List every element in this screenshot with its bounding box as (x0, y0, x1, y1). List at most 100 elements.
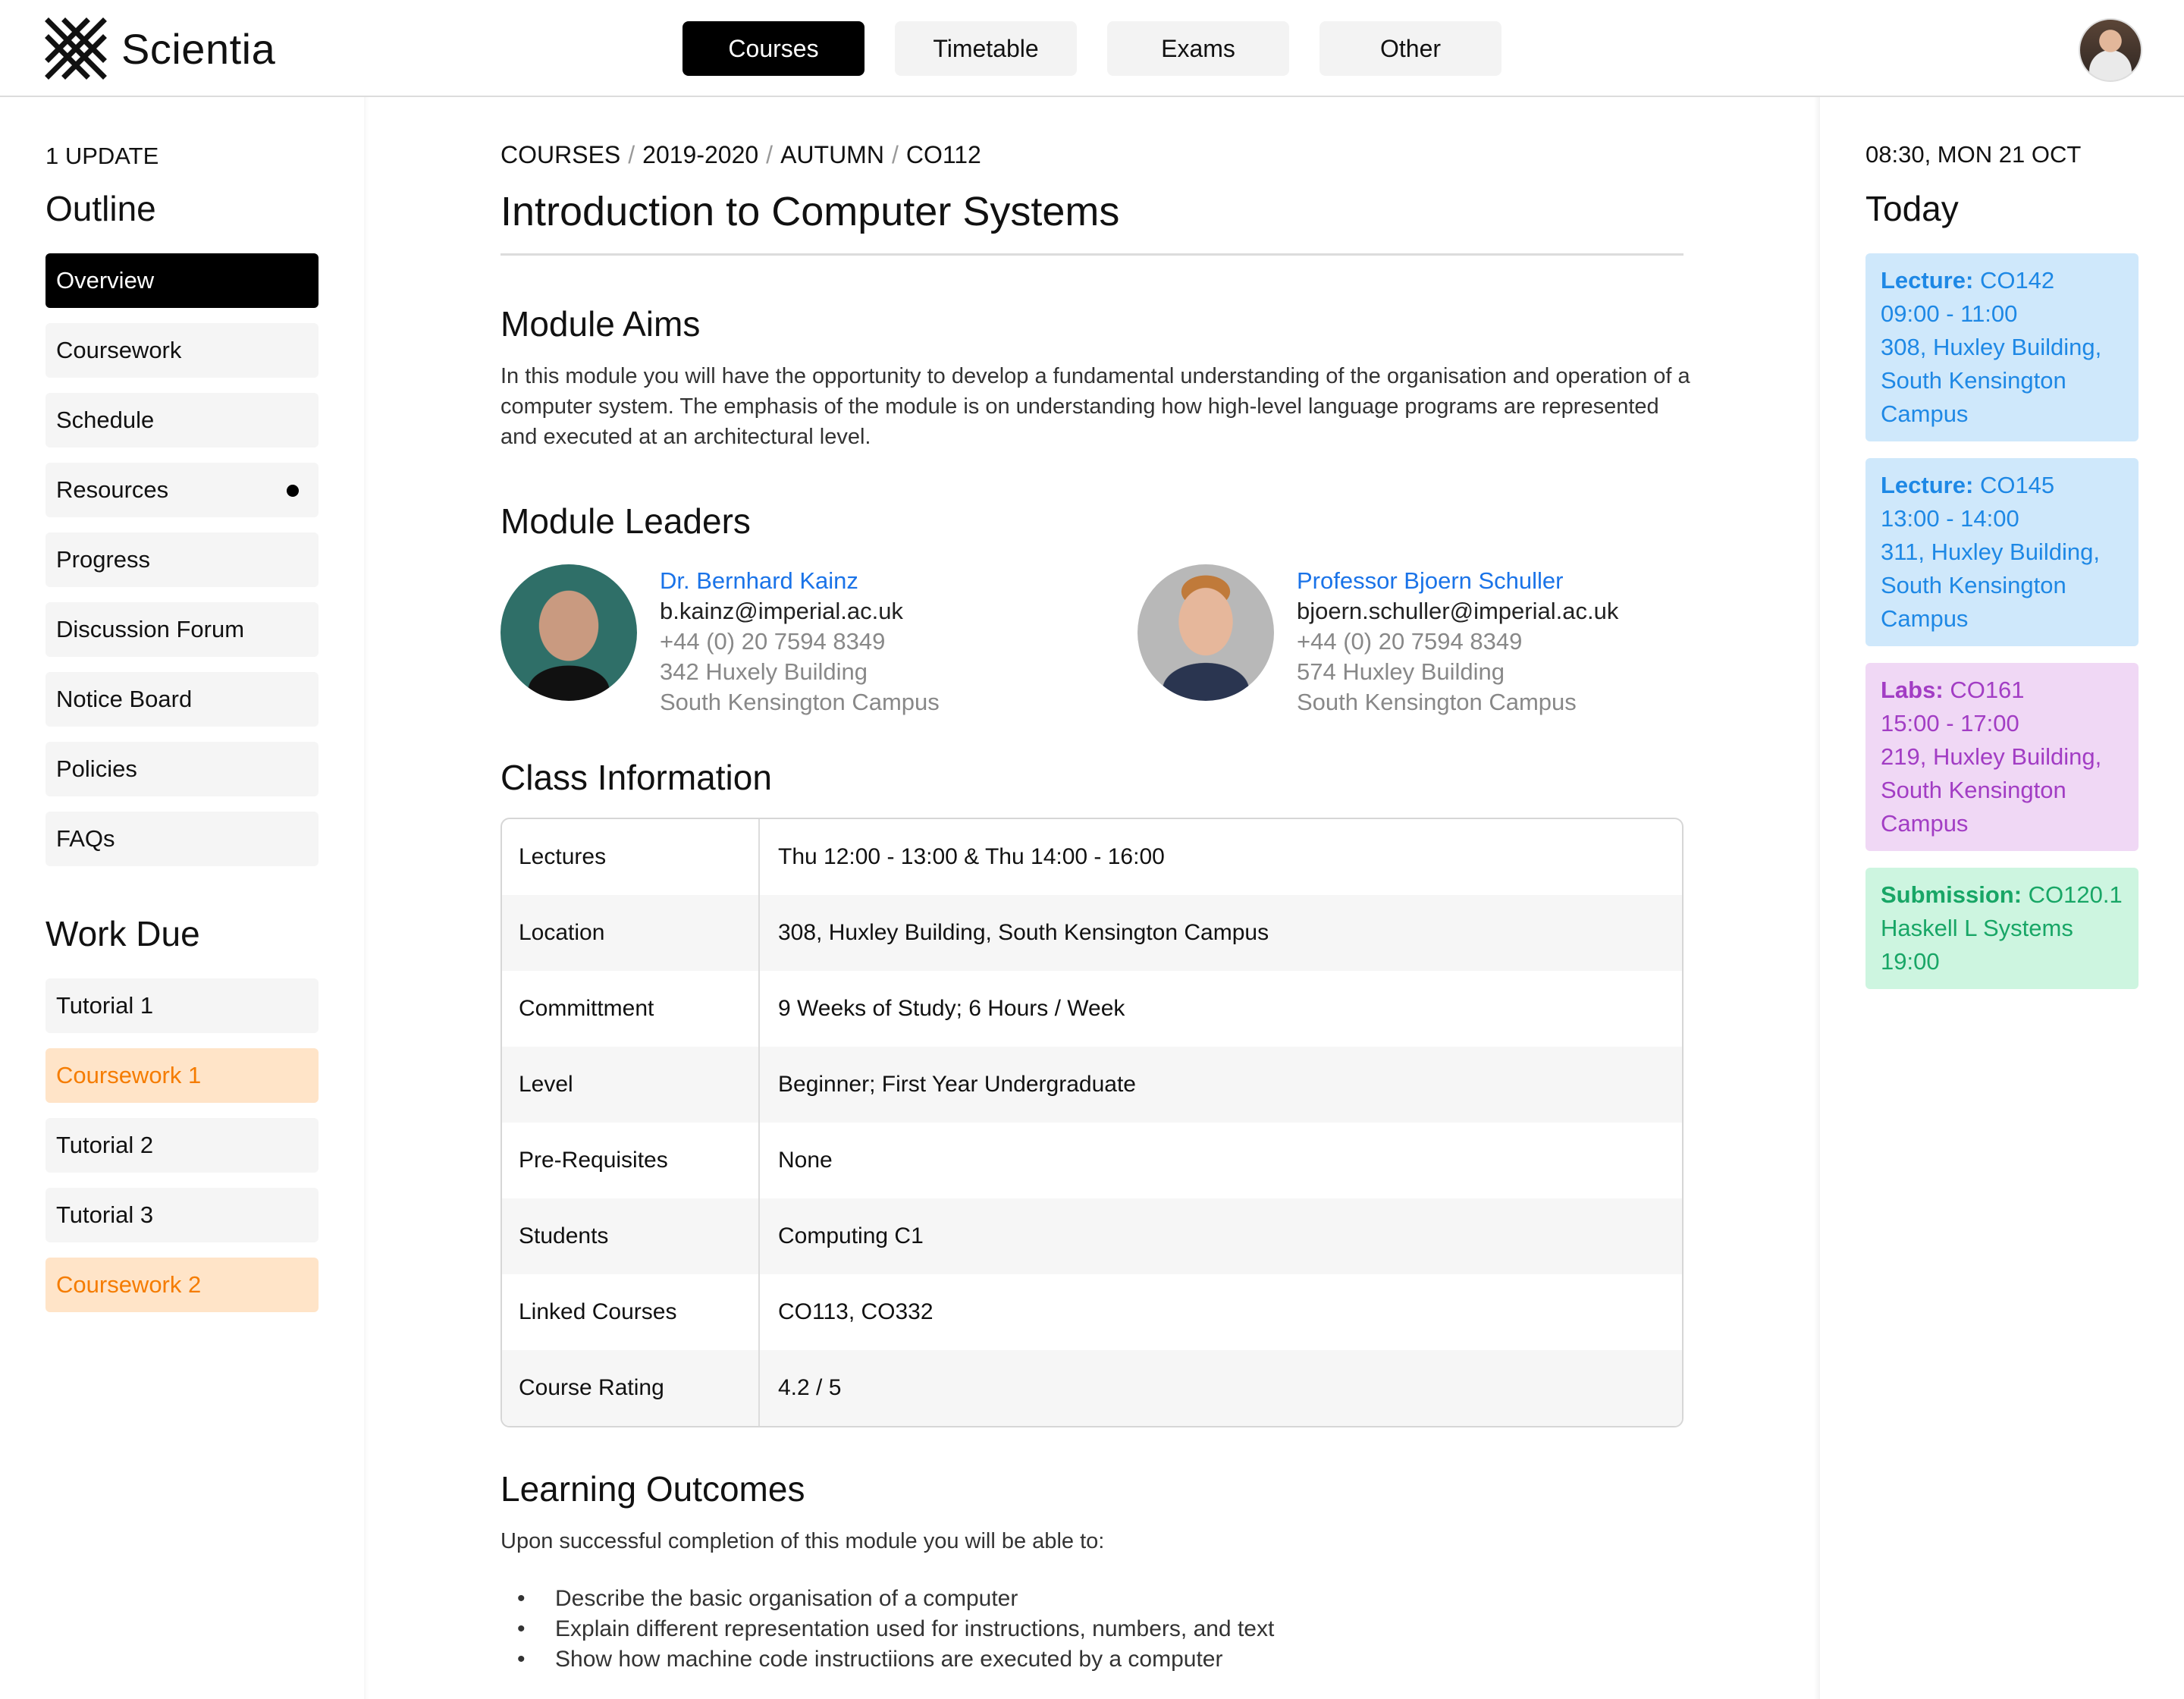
outline-item-policies[interactable]: Policies (46, 742, 318, 796)
leader-office: 574 Huxley Building (1297, 658, 1505, 685)
tab-courses[interactable]: Courses (682, 21, 864, 76)
table-value: 308, Huxley Building, South Kensington C… (778, 920, 1269, 945)
list-item-text: Show how machine code instructiions are … (555, 1647, 1223, 1672)
work-due-item[interactable]: Tutorial 3 (46, 1188, 318, 1242)
module-aims-text: In this module you will have the opportu… (500, 364, 1690, 449)
outline-item-overview[interactable]: Overview (46, 253, 318, 308)
leader-email[interactable]: b.kainz@imperial.ac.uk (660, 596, 940, 627)
updates-count[interactable]: 1 UPDATE (46, 143, 158, 170)
outline-item-coursework[interactable]: Coursework (46, 323, 318, 378)
event-time: 13:00 - 14:00 (1881, 505, 2019, 532)
scientia-logo-icon (45, 17, 107, 80)
outline-item-resources[interactable]: Resources (46, 463, 318, 517)
top-bar: Scientia Courses Timetable Exams Other (0, 0, 2184, 97)
event-detail: Haskell L Systems (1881, 915, 2073, 941)
tab-timetable[interactable]: Timetable (895, 21, 1077, 76)
breadcrumb-separator: / (766, 141, 774, 168)
table-value: Computing C1 (778, 1223, 924, 1248)
event-time: 09:00 - 11:00 (1881, 300, 2018, 327)
event-card[interactable]: Submission: CO120.1 Haskell L Systems 19… (1866, 868, 2138, 989)
table-row: Course Rating 4.2 / 5 (502, 1350, 1682, 1426)
logo[interactable]: Scientia (44, 17, 275, 80)
outline-item-schedule[interactable]: Schedule (46, 393, 318, 448)
page-title: Introduction to Computer Systems (500, 189, 1120, 234)
work-due-item[interactable]: Tutorial 1 (46, 978, 318, 1033)
table-key: Pre-Requisites (502, 1123, 760, 1198)
event-location: 308, Huxley Building, South Kensington C… (1881, 334, 2102, 427)
current-datetime: 08:30, MON 21 OCT (1866, 141, 2082, 168)
module-leader-card: Professor Bjoern Schuller bjoern.schulle… (1138, 564, 1618, 718)
module-leaders-heading: Module Leaders (500, 501, 751, 541)
event-type: Lecture: (1881, 472, 1974, 498)
tab-other[interactable]: Other (1320, 21, 1502, 76)
list-item: • Explain different representation used f… (517, 1614, 1274, 1644)
event-card[interactable]: Lecture: CO142 09:00 - 11:00 308, Huxley… (1866, 253, 2138, 441)
leader-name-link[interactable]: Professor Bjoern Schuller (1297, 566, 1618, 596)
outline-heading: Outline (46, 189, 156, 228)
event-code: CO161 (1950, 677, 2025, 703)
work-due-item[interactable]: Coursework 2 (46, 1258, 318, 1312)
breadcrumb-courses[interactable]: COURSES (500, 141, 620, 169)
table-key: Location (502, 895, 760, 971)
outline-item-notice-board[interactable]: Notice Board (46, 672, 318, 727)
table-row: Location 308, Huxley Building, South Kens… (502, 895, 1682, 971)
event-location: 311, Huxley Building, South Kensington C… (1881, 539, 2100, 632)
title-divider (500, 253, 1684, 256)
right-divider (1814, 97, 1820, 1699)
tab-exams[interactable]: Exams (1107, 21, 1289, 76)
table-key: Committment (502, 971, 760, 1047)
list-item: • Show how machine code instructiions are… (517, 1644, 1274, 1675)
leader-name-link[interactable]: Dr. Bernhard Kainz (660, 566, 940, 596)
leader-email[interactable]: bjoern.schuller@imperial.ac.uk (1297, 596, 1618, 627)
list-item-text: Describe the basic organisation of a com… (555, 1586, 1018, 1611)
user-avatar[interactable] (2079, 18, 2142, 82)
event-time: 19:00 (1881, 948, 1940, 975)
breadcrumb-term[interactable]: AUTUMN (780, 141, 884, 169)
table-key: Level (502, 1047, 760, 1123)
outline-item-discussion-forum[interactable]: Discussion Forum (46, 602, 318, 657)
work-due-item[interactable]: Coursework 1 (46, 1048, 318, 1103)
today-heading: Today (1866, 189, 1959, 228)
main-nav: Courses Timetable Exams Other (682, 21, 1502, 76)
leader-phone: +44 (0) 20 7594 8349 (660, 628, 886, 655)
breadcrumb: COURSES / 2019-2020 / AUTUMN / CO112 (500, 141, 981, 169)
event-code: CO145 (1979, 472, 2055, 498)
breadcrumb-course-code[interactable]: CO112 (906, 141, 981, 169)
event-type: Labs: (1881, 677, 1944, 703)
outline-item-progress[interactable]: Progress (46, 532, 318, 587)
app-name: Scientia (121, 24, 276, 73)
event-code: CO142 (1979, 267, 2055, 294)
leader-info: Dr. Bernhard Kainz b.kainz@imperial.ac.u… (660, 566, 940, 718)
outline-item-faqs[interactable]: FAQs (46, 812, 318, 866)
work-due-item[interactable]: Tutorial 2 (46, 1118, 318, 1173)
event-location: 219, Huxley Building, South Kensington C… (1881, 743, 2102, 837)
work-due-list: Tutorial 1 Coursework 1 Tutorial 2 Tutor… (46, 978, 318, 1327)
table-row: Lectures Thu 12:00 - 13:00 & Thu 14:00 - … (502, 819, 1682, 895)
module-leader-card: Dr. Bernhard Kainz b.kainz@imperial.ac.u… (500, 564, 940, 718)
table-row: Students Computing C1 (502, 1198, 1682, 1274)
learning-outcomes-intro: Upon successful completion of this modul… (500, 1529, 1105, 1553)
leader-photo (1138, 564, 1274, 701)
list-item: • Describe the basic organisation of a co… (517, 1584, 1274, 1614)
table-row: Committment 9 Weeks of Study; 6 Hours / W… (502, 971, 1682, 1047)
module-aims-heading: Module Aims (500, 304, 701, 344)
learning-outcomes-list: • Describe the basic organisation of a co… (517, 1584, 1274, 1675)
leader-info: Professor Bjoern Schuller bjoern.schulle… (1297, 566, 1618, 718)
event-card[interactable]: Lecture: CO145 13:00 - 14:00 311, Huxley… (1866, 458, 2138, 646)
event-code: CO120.1 (2028, 881, 2123, 908)
class-information-table: Lectures Thu 12:00 - 13:00 & Thu 14:00 - … (500, 818, 1684, 1427)
table-key: Students (502, 1198, 760, 1274)
breadcrumb-year[interactable]: 2019-2020 (642, 141, 758, 169)
table-key: Linked Courses (502, 1274, 760, 1350)
table-value: 9 Weeks of Study; 6 Hours / Week (778, 996, 1125, 1021)
work-due-heading: Work Due (46, 914, 200, 953)
today-events: Lecture: CO142 09:00 - 11:00 308, Huxley… (1866, 253, 2138, 1006)
event-time: 15:00 - 17:00 (1881, 710, 2019, 736)
table-value: Thu 12:00 - 13:00 & Thu 14:00 - 16:00 (778, 844, 1165, 869)
leader-campus: South Kensington Campus (660, 689, 940, 715)
table-value: None (778, 1148, 833, 1173)
table-row: Level Beginner; First Year Undergraduate (502, 1047, 1682, 1123)
event-card[interactable]: Labs: CO161 15:00 - 17:00 219, Huxley Bu… (1866, 663, 2138, 851)
left-sidebar: 1 UPDATE Outline Overview Coursework Sch… (0, 97, 364, 1699)
table-key: Lectures (502, 819, 760, 895)
